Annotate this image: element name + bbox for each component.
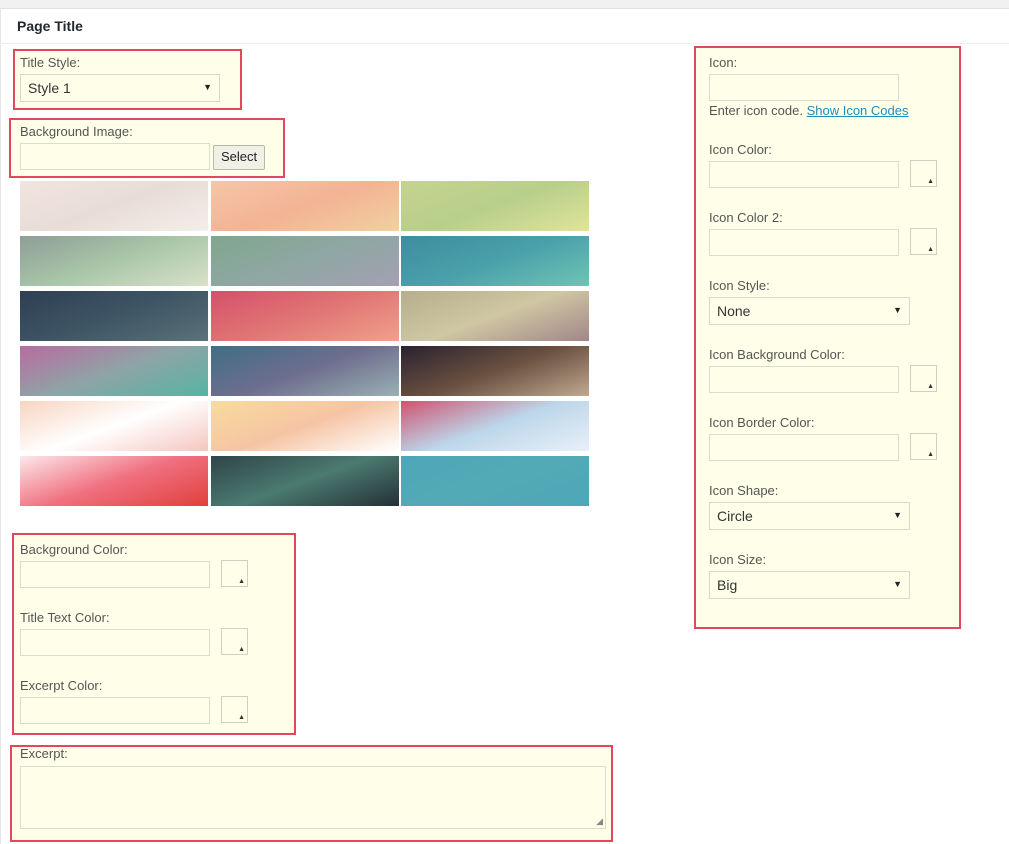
icon-style-select[interactable]: None ▼ — [709, 297, 910, 325]
icon-border-color-picker[interactable]: ▲ — [910, 433, 937, 460]
icon-background-color-label: Icon Background Color: — [709, 347, 845, 362]
color-picker-icon: ▲ — [238, 646, 245, 653]
icon-shape-label: Icon Shape: — [709, 483, 779, 498]
bg-thumb-2[interactable] — [211, 181, 399, 231]
icon-background-color-input[interactable] — [709, 366, 899, 393]
color-picker-icon: ▲ — [927, 246, 934, 253]
title-text-color-label: Title Text Color: — [20, 610, 110, 625]
metabox-header: Page Title — [0, 8, 1009, 44]
color-picker-icon: ▲ — [238, 578, 245, 585]
bg-thumb-17[interactable] — [211, 456, 399, 506]
bg-thumb-11[interactable] — [211, 346, 399, 396]
bg-thumb-15[interactable] — [401, 401, 589, 451]
title-style-select[interactable]: Style 1 ▼ — [20, 74, 220, 102]
icon-background-color-picker[interactable]: ▲ — [910, 365, 937, 392]
icon-shape-value: Circle — [717, 508, 753, 524]
bg-thumb-6[interactable] — [401, 236, 589, 286]
background-image-label: Background Image: — [20, 124, 133, 139]
icon-size-label: Icon Size: — [709, 552, 767, 567]
icon-settings-section — [694, 46, 961, 629]
bg-thumb-9[interactable] — [401, 291, 589, 341]
title-text-color-input[interactable] — [20, 629, 210, 656]
bg-thumb-7[interactable] — [20, 291, 208, 341]
excerpt-label: Excerpt: — [20, 746, 68, 761]
icon-help-text: Enter icon code. Show Icon Codes — [709, 103, 908, 118]
icon-color-input[interactable] — [709, 161, 899, 188]
icon-color-2-label: Icon Color 2: — [709, 210, 783, 225]
title-style-label: Title Style: — [20, 55, 81, 70]
title-style-value: Style 1 — [28, 80, 71, 96]
color-picker-icon: ▲ — [927, 383, 934, 390]
bg-thumb-13[interactable] — [20, 401, 208, 451]
excerpt-textarea[interactable]: ◢ — [20, 766, 606, 829]
dropdown-arrow-icon: ▼ — [893, 510, 902, 520]
bg-thumb-10[interactable] — [20, 346, 208, 396]
icon-size-select[interactable]: Big ▼ — [709, 571, 910, 599]
bg-thumb-5[interactable] — [211, 236, 399, 286]
icon-label: Icon: — [709, 55, 738, 70]
bg-thumb-14[interactable] — [211, 401, 399, 451]
bg-thumb-3[interactable] — [401, 181, 589, 231]
icon-color-label: Icon Color: — [709, 142, 772, 157]
background-color-picker[interactable]: ▲ — [221, 560, 248, 587]
excerpt-color-picker[interactable]: ▲ — [221, 696, 248, 723]
icon-border-color-input[interactable] — [709, 434, 899, 461]
excerpt-color-input[interactable] — [20, 697, 210, 724]
icon-color-picker[interactable]: ▲ — [910, 160, 937, 187]
bg-thumb-4[interactable] — [20, 236, 208, 286]
title-text-color-picker[interactable]: ▲ — [221, 628, 248, 655]
background-image-input[interactable] — [20, 143, 210, 170]
color-picker-icon: ▲ — [927, 451, 934, 458]
icon-help-label: Enter icon code. — [709, 103, 803, 118]
color-picker-icon: ▲ — [927, 178, 934, 185]
bg-thumb-8[interactable] — [211, 291, 399, 341]
bg-thumb-16[interactable] — [20, 456, 208, 506]
bg-thumb-12[interactable] — [401, 346, 589, 396]
icon-input[interactable] — [709, 74, 899, 101]
dropdown-arrow-icon: ▼ — [893, 579, 902, 589]
resize-grip-icon[interactable]: ◢ — [596, 816, 603, 827]
select-image-button[interactable]: Select — [213, 145, 266, 170]
excerpt-color-label: Excerpt Color: — [20, 678, 103, 693]
icon-color-2-picker[interactable]: ▲ — [910, 228, 937, 255]
bg-thumb-1[interactable] — [20, 181, 208, 231]
background-color-input[interactable] — [20, 561, 210, 588]
icon-style-label: Icon Style: — [709, 278, 770, 293]
icon-style-value: None — [717, 303, 751, 319]
icon-color-2-input[interactable] — [709, 229, 899, 256]
color-picker-icon: ▲ — [238, 714, 245, 721]
icon-size-value: Big — [717, 577, 738, 593]
dropdown-arrow-icon: ▼ — [203, 82, 212, 92]
background-color-label: Background Color: — [20, 542, 128, 557]
bg-thumb-18[interactable] — [401, 456, 589, 506]
show-icon-codes-link[interactable]: Show Icon Codes — [807, 103, 909, 118]
metabox-title: Page Title — [17, 18, 83, 34]
icon-border-color-label: Icon Border Color: — [709, 415, 815, 430]
dropdown-arrow-icon: ▼ — [893, 305, 902, 315]
icon-shape-select[interactable]: Circle ▼ — [709, 502, 910, 530]
